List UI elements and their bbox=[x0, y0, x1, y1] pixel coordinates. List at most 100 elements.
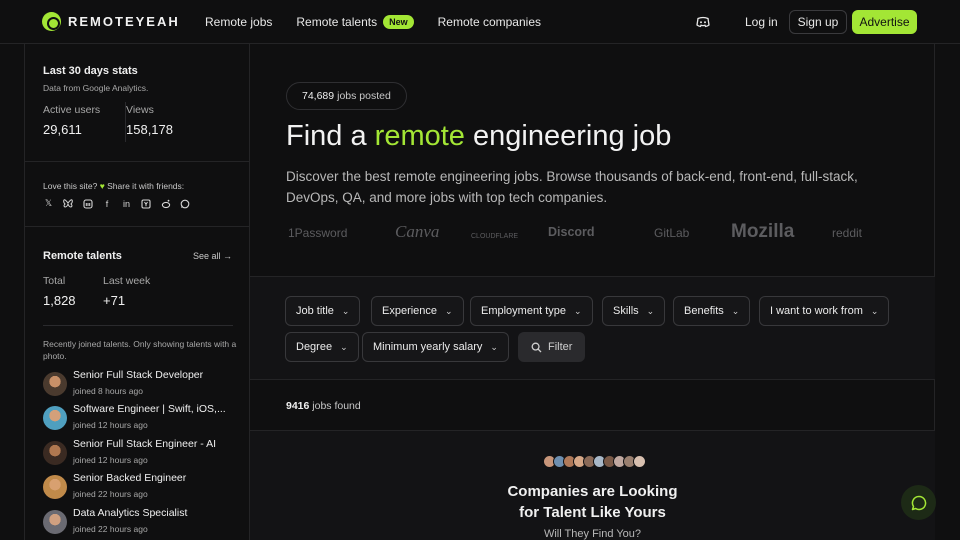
filter-label: Job title bbox=[296, 305, 334, 317]
hero-title-start: Find a bbox=[286, 120, 367, 152]
talents-last-week-label: Last week bbox=[103, 275, 151, 287]
talent-name: Senior Full Stack Engineer - AI bbox=[73, 438, 216, 450]
company-logo-gitlab: GitLab bbox=[654, 226, 690, 240]
logo[interactable]: REMOTEYEAH bbox=[42, 12, 180, 31]
avatar bbox=[43, 475, 67, 499]
avatar-stack bbox=[543, 455, 646, 468]
discord-icon[interactable] bbox=[695, 14, 711, 30]
jobs-found-count: 9416 bbox=[286, 400, 310, 412]
views-stat: Views 158,178 bbox=[126, 104, 173, 137]
login-link[interactable]: Log in bbox=[745, 15, 778, 29]
talent-name: Data Analytics Specialist bbox=[73, 507, 188, 519]
filter-benefits[interactable]: Benefits ⌄ bbox=[673, 296, 751, 326]
filter-skills[interactable]: Skills ⌄ bbox=[602, 296, 666, 326]
filter-employment-type[interactable]: Employment type ⌄ bbox=[470, 296, 593, 326]
talent-item[interactable]: Senior Full Stack Developer joined 8 hou… bbox=[43, 369, 231, 396]
hero-title-end: engineering job bbox=[473, 120, 672, 152]
talents-last-week-value: +71 bbox=[103, 293, 126, 308]
main-nav: Remote jobs Remote talents New Remote co… bbox=[205, 0, 565, 44]
company-logo-reddit: reddit bbox=[832, 226, 863, 240]
jobs-found: 9416 jobs found bbox=[286, 400, 361, 412]
talent-joined: joined 8 hours ago bbox=[73, 386, 143, 396]
stats-title: Last 30 days stats bbox=[43, 65, 138, 77]
hero-title-accent: remote bbox=[374, 120, 465, 152]
cta-title-line-1: Companies are Looking bbox=[507, 483, 678, 500]
chevron-down-icon: ⌄ bbox=[445, 305, 453, 316]
chevron-down-icon: ⌄ bbox=[341, 305, 350, 316]
filter-label: Experience bbox=[382, 305, 438, 317]
see-all-link[interactable]: See all → bbox=[193, 251, 232, 261]
stats-subtitle: Data from Google Analytics. bbox=[43, 83, 149, 93]
talent-item[interactable]: Senior Full Stack Engineer - AI joined 1… bbox=[43, 438, 231, 465]
talents-total-value: 1,828 bbox=[43, 293, 76, 308]
filter-work-from[interactable]: I want to work from ⌄ bbox=[759, 296, 890, 326]
nav-remote-talents[interactable]: Remote talents New bbox=[296, 15, 414, 29]
jobs-found-label: jobs found bbox=[312, 400, 361, 412]
talent-item[interactable]: Senior Backed Engineer joined 22 hours a… bbox=[43, 472, 231, 499]
chat-bubble-icon bbox=[911, 495, 926, 510]
filter-label: I want to work from bbox=[770, 305, 863, 317]
divider bbox=[25, 161, 249, 162]
company-logo-discord: Discord bbox=[548, 225, 595, 239]
cta-subtitle: Will They Find You? bbox=[543, 528, 642, 540]
avatar bbox=[43, 372, 67, 396]
chevron-down-icon: ⌄ bbox=[870, 305, 879, 316]
signup-button[interactable]: Sign up bbox=[789, 10, 847, 34]
cta-title: Companies are Looking for Talent Like Yo… bbox=[250, 481, 935, 523]
logo-icon bbox=[42, 12, 61, 31]
recent-talents-note: Recently joined talents. Only showing ta… bbox=[43, 339, 237, 361]
talent-item[interactable]: Software Engineer | Swift, iOS,... joine… bbox=[43, 403, 231, 430]
mastodon-icon[interactable] bbox=[82, 198, 93, 209]
sidebar: Last 30 days stats Data from Google Anal… bbox=[24, 44, 250, 540]
filter-submit-button[interactable]: Filter bbox=[518, 332, 586, 362]
filter-submit-label: Filter bbox=[548, 341, 573, 353]
company-logo-cloudflare: CLOUDFLARE bbox=[471, 233, 519, 240]
chevron-down-icon: ⌄ bbox=[573, 305, 582, 316]
company-logo-mozilla: Mozilla bbox=[731, 221, 795, 242]
x-icon[interactable]: 𝕏 bbox=[43, 198, 54, 209]
nav-remote-companies[interactable]: Remote companies bbox=[438, 15, 541, 29]
chat-button[interactable] bbox=[901, 485, 936, 520]
chevron-down-icon: ⌄ bbox=[340, 341, 348, 352]
avatar bbox=[43, 441, 67, 465]
talent-joined: joined 12 hours ago bbox=[73, 455, 148, 465]
filter-minimum-salary[interactable]: Minimum yearly salary ⌄ bbox=[362, 332, 509, 362]
filter-label: Benefits bbox=[684, 305, 724, 317]
advertise-button[interactable]: Advertise bbox=[852, 10, 917, 34]
whatsapp-icon[interactable] bbox=[180, 198, 191, 209]
jobs-posted-count: 74,689 bbox=[302, 90, 335, 102]
talent-name: Senior Full Stack Developer bbox=[73, 369, 204, 381]
filter-label: Minimum yearly salary bbox=[373, 341, 483, 353]
filter-degree[interactable]: Degree ⌄ bbox=[285, 332, 359, 362]
company-logo-canva: Canva bbox=[395, 222, 440, 241]
remote-talents-title: Remote talents bbox=[43, 250, 122, 262]
filter-label: Employment type bbox=[481, 305, 566, 317]
top-bar: REMOTEYEAH Remote jobs Remote talents Ne… bbox=[0, 0, 960, 44]
bluesky-icon[interactable] bbox=[63, 198, 74, 209]
talent-joined: joined 22 hours ago bbox=[73, 524, 148, 534]
share-icons: 𝕏 f in bbox=[43, 198, 199, 209]
filter-label: Skills bbox=[613, 305, 639, 317]
hero-description: Discover the best remote engineering job… bbox=[286, 169, 858, 205]
ycombinator-icon[interactable] bbox=[141, 198, 152, 209]
linkedin-icon[interactable]: in bbox=[121, 198, 132, 209]
divider bbox=[25, 226, 249, 227]
filter-job-title[interactable]: Job title ⌄ bbox=[285, 296, 361, 326]
talent-joined: joined 12 hours ago bbox=[73, 420, 148, 430]
chevron-down-icon: ⌄ bbox=[490, 341, 498, 352]
talent-item[interactable]: Data Analytics Specialist joined 22 hour… bbox=[43, 507, 231, 534]
company-logo-1password: 1Password bbox=[288, 226, 348, 240]
active-users-value: 29,611 bbox=[43, 122, 82, 137]
search-icon bbox=[531, 342, 542, 352]
share-prompt-text-2: Share it with friends: bbox=[107, 181, 185, 191]
nav-remote-jobs[interactable]: Remote jobs bbox=[205, 15, 272, 29]
filters-bar: Job title ⌄ Experience ⌄ Employment type… bbox=[250, 276, 935, 380]
facebook-icon[interactable]: f bbox=[102, 198, 113, 209]
reddit-icon[interactable] bbox=[160, 198, 171, 209]
logo-text: REMOTEYEAH bbox=[68, 14, 180, 29]
new-badge: New bbox=[383, 15, 414, 29]
talents-total-stat: Total 1,828 bbox=[43, 275, 76, 308]
cta-title-line-2: for Talent Like Yours bbox=[519, 504, 666, 521]
filter-experience[interactable]: Experience ⌄ bbox=[371, 296, 464, 326]
avatar bbox=[633, 455, 646, 468]
